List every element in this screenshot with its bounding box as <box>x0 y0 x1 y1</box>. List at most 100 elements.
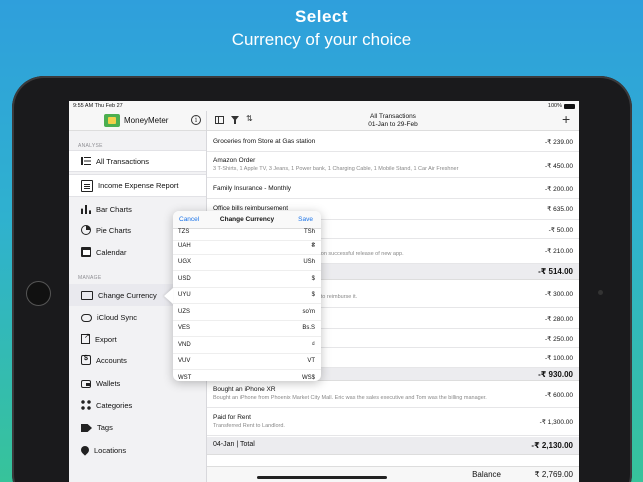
add-transaction-icon[interactable]: + <box>562 112 570 126</box>
subtotal-amount: -₹ 930.00 <box>538 370 573 379</box>
transaction-amount: -₹ 1,300.00 <box>539 419 573 426</box>
promo-subline: Currency of your choice <box>231 30 412 49</box>
main-header: ⇅ All Transactions 01-Jan to 29-Feb + <box>207 111 579 131</box>
wallet-icon <box>81 380 91 388</box>
sidebar-item-tags[interactable]: Tags <box>69 416 206 438</box>
currency-code: TZS <box>178 229 190 235</box>
sidebar-item-label: Calendar <box>96 247 127 257</box>
currency-code: UAH <box>178 243 191 249</box>
subtotal-amount: -₹ 514.00 <box>538 267 573 276</box>
save-button[interactable]: Save <box>298 216 313 223</box>
home-button <box>26 281 51 306</box>
transaction-amount: -₹ 450.00 <box>545 163 573 170</box>
currency-option[interactable]: UAH ₴ <box>173 239 321 256</box>
section-analyse: ANALYSE <box>78 143 103 149</box>
day-total-label: 04-Jan | Total <box>213 441 255 448</box>
transaction-amount: -₹ 210.00 <box>545 248 573 255</box>
transaction-name: Bought an iPhone XR <box>213 386 276 393</box>
sidebar-item-label: iCloud Sync <box>97 312 138 322</box>
tag-icon <box>81 424 92 432</box>
currency-code: UZS <box>178 309 190 315</box>
pie-chart-icon <box>81 225 91 235</box>
currency-symbol: TSh <box>303 229 315 235</box>
currency-option[interactable]: UYU $ <box>173 288 321 305</box>
cloud-icon <box>81 314 92 322</box>
currency-symbol: USh <box>303 259 315 265</box>
date-range: 01-Jan to 29-Feb <box>368 121 418 128</box>
transaction-row[interactable]: Family Insurance - Monthly -₹ 200.00 <box>207 178 579 199</box>
promo-headline: Select <box>294 7 349 26</box>
balance-amount: ₹ 2,769.00 <box>534 470 573 479</box>
bar-chart-icon <box>81 204 91 214</box>
accounts-icon <box>81 355 91 365</box>
transaction-amount: -₹ 300.00 <box>545 291 573 298</box>
day-total-amount: -₹ 2,130.00 <box>531 441 573 450</box>
transaction-name: Groceries from Store at Gas station <box>213 138 316 145</box>
currency-code: UGX <box>178 259 192 265</box>
balance-bar: Balance ₹ 2,769.00 <box>207 466 579 482</box>
currency-option[interactable]: UGX USh <box>173 255 321 272</box>
sidebar-item-all-transactions[interactable]: All Transactions <box>69 150 206 172</box>
currency-code: VND <box>178 342 191 348</box>
currency-symbol: ₴ <box>311 243 315 249</box>
sidebar-item-label: Tags <box>97 422 113 432</box>
sidebar-item-label: Export <box>95 334 117 344</box>
transaction-amount: -₹ 200.00 <box>545 186 573 193</box>
currency-code: UYU <box>178 292 191 298</box>
app-name: MoneyMeter <box>124 116 169 125</box>
categories-icon <box>81 400 91 410</box>
app-logo-icon <box>104 114 120 127</box>
currency-option[interactable]: USD $ <box>173 272 321 289</box>
currency-symbol: $ <box>311 292 315 298</box>
currency-option[interactable]: VND ₫ <box>173 338 321 355</box>
sidebar-item-income-expense-report[interactable]: Income Expense Report <box>69 174 206 197</box>
status-bar: 9:55 AM Thu Feb 27 100% <box>69 101 579 111</box>
home-indicator <box>257 476 387 479</box>
transaction-name: Paid for Rent <box>213 414 251 421</box>
currency-icon <box>81 290 93 300</box>
transaction-row[interactable]: Paid for Rent Transferred Rent to Landlo… <box>207 408 579 436</box>
transaction-desc: Bought an iPhone from Phoenix Market Cit… <box>213 395 487 401</box>
currency-option[interactable]: VES Bs.S <box>173 321 321 338</box>
export-icon <box>81 332 90 344</box>
currency-option[interactable]: WST WS$ <box>173 371 321 381</box>
transaction-amount: ₹ 635.00 <box>547 206 573 213</box>
battery-percent: 100% <box>547 103 562 109</box>
info-icon[interactable]: i <box>191 115 201 125</box>
currency-symbol: $ <box>311 276 315 282</box>
currency-symbol: ₫ <box>311 342 315 348</box>
sidebar-item-label: Accounts <box>96 355 127 365</box>
app-screen: 9:55 AM Thu Feb 27 100% MoneyMeter i ANA… <box>69 101 579 482</box>
transaction-amount: -₹ 600.00 <box>545 392 573 399</box>
sidebar-item-label: Categories <box>96 400 133 410</box>
currency-code: VES <box>178 325 191 331</box>
currency-option[interactable]: UZS so'm <box>173 305 321 322</box>
popover-arrow <box>164 288 173 304</box>
sidebar-item-label: Pie Charts <box>96 225 132 235</box>
sidebar-item-label: Wallets <box>96 378 121 388</box>
balance-label: Balance <box>472 470 501 479</box>
transaction-desc: rty upon successful release of new app. <box>307 251 404 257</box>
status-time: 9:55 AM Thu Feb 27 <box>73 103 123 109</box>
currency-symbol: Bs.S <box>302 325 315 331</box>
calendar-icon <box>81 247 91 257</box>
sidebar-item-label: All Transactions <box>96 156 149 166</box>
transaction-row[interactable]: Groceries from Store at Gas station -₹ 2… <box>207 131 579 152</box>
battery-indicator: 100% <box>548 103 575 109</box>
currency-symbol: VT <box>307 358 315 364</box>
transaction-amount: -₹ 250.00 <box>545 336 573 343</box>
transaction-name: Amazon Order <box>213 157 256 164</box>
transaction-amount: -₹ 50.00 <box>548 227 573 234</box>
currency-code: WST <box>178 375 192 381</box>
camera-dot <box>598 290 603 295</box>
report-icon <box>81 179 93 192</box>
transaction-row[interactable]: Bought an iPhone XR Bought an iPhone fro… <box>207 381 579 408</box>
sidebar-item-categories[interactable]: Categories <box>69 394 206 416</box>
transaction-row[interactable]: Amazon Order 3 T-Shirts, 1 Apple TV, 3 J… <box>207 152 579 178</box>
currency-option[interactable]: VUV VT <box>173 354 321 371</box>
sidebar-item-locations[interactable]: Locations <box>69 439 206 461</box>
transaction-desc: Transferred Rent to Landlord. <box>213 423 285 429</box>
sidebar-item-label: Change Currency <box>98 290 157 300</box>
page-title: All Transactions <box>370 113 416 120</box>
sidebar-header: MoneyMeter i <box>69 111 206 131</box>
